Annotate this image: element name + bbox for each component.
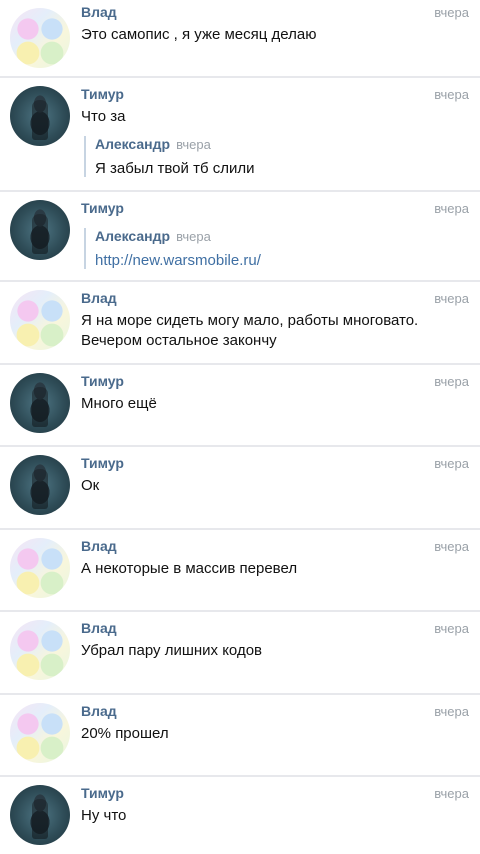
message-text: Ну что (81, 807, 127, 824)
forwarded-time: вчера (176, 137, 211, 152)
avatar[interactable] (10, 785, 70, 845)
forwarded-link[interactable]: http://new.warsmobile.ru/ (95, 252, 261, 269)
message-text: 20% прошел (81, 725, 169, 742)
message-text: Ок (81, 477, 100, 494)
message-author[interactable]: Влад (81, 538, 117, 554)
message-author[interactable]: Влад (81, 4, 117, 20)
message-author[interactable]: Влад (81, 703, 117, 719)
message-author[interactable]: Тимур (81, 785, 124, 801)
message-time: вчера (434, 201, 469, 216)
avatar[interactable] (10, 8, 70, 68)
forwarded-message[interactable]: Александр вчера Я забыл твой тб слили (84, 136, 254, 177)
message-author[interactable]: Влад (81, 290, 117, 306)
avatar[interactable] (10, 86, 70, 146)
message-time: вчера (434, 786, 469, 801)
forwarded-message[interactable]: Александр вчера http://new.warsmobile.ru/ (84, 228, 261, 269)
message-item[interactable]: Тимур вчера Александр вчера http://new.wa… (0, 192, 480, 282)
avatar[interactable] (10, 373, 70, 433)
message-text: Что за (81, 108, 126, 125)
message-item[interactable]: Влад вчера Я на море сидеть могу мало, р… (0, 282, 480, 365)
forwarded-time: вчера (176, 229, 211, 244)
message-text: Убрал пару лишних кодов (81, 642, 263, 659)
message-author[interactable]: Влад (81, 620, 117, 636)
message-author[interactable]: Тимур (81, 455, 124, 471)
message-item[interactable]: Влад вчера Это самопис , я уже месяц дел… (0, 0, 480, 78)
message-item[interactable]: Тимур вчера Что за Александр вчера Я забы… (0, 78, 480, 192)
message-item[interactable]: Влад вчера 20% прошел (0, 695, 480, 777)
forwarded-author[interactable]: Александр (95, 228, 170, 244)
avatar[interactable] (10, 455, 70, 515)
message-item[interactable]: Тимур вчера Много ещё (0, 365, 480, 447)
message-feed[interactable]: Влад вчера Это самопис , я уже месяц дел… (0, 0, 480, 854)
message-time: вчера (434, 704, 469, 719)
message-time: вчера (434, 456, 469, 471)
message-item[interactable]: Тимур вчера Ну что (0, 777, 480, 854)
message-author[interactable]: Тимур (81, 86, 124, 102)
avatar[interactable] (10, 703, 70, 763)
message-time: вчера (434, 87, 469, 102)
message-author[interactable]: Тимур (81, 373, 124, 389)
avatar[interactable] (10, 620, 70, 680)
message-author[interactable]: Тимур (81, 200, 124, 216)
message-text: Много ещё (81, 395, 157, 412)
avatar[interactable] (10, 200, 70, 260)
message-item[interactable]: Влад вчера Убрал пару лишних кодов (0, 612, 480, 695)
forwarded-author[interactable]: Александр (95, 136, 170, 152)
message-item[interactable]: Тимур вчера Ок (0, 447, 480, 530)
message-text: А некоторые в массив перевел (81, 560, 298, 577)
message-time: вчера (434, 5, 469, 20)
forwarded-text: Я забыл твой тб слили (95, 160, 255, 177)
avatar[interactable] (10, 290, 70, 350)
message-time: вчера (434, 291, 469, 306)
message-time: вчера (434, 374, 469, 389)
avatar[interactable] (10, 538, 70, 598)
message-item[interactable]: Влад вчера А некоторые в массив перевел (0, 530, 480, 612)
message-time: вчера (434, 621, 469, 636)
message-time: вчера (434, 539, 469, 554)
message-text: Это самопис , я уже месяц делаю (81, 26, 317, 43)
message-text: Я на море сидеть могу мало, работы много… (81, 312, 419, 349)
